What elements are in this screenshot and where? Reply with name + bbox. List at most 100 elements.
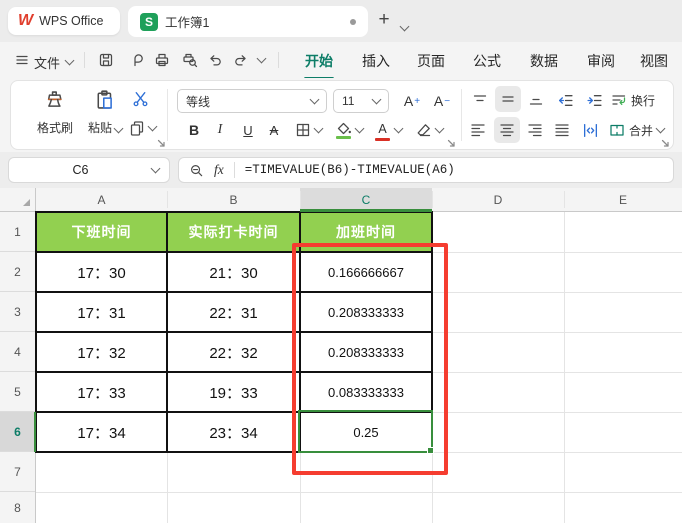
align-left-button[interactable] bbox=[467, 118, 489, 142]
print-button[interactable] bbox=[152, 51, 172, 69]
underline-button[interactable]: U bbox=[237, 119, 259, 141]
align-top-icon bbox=[473, 95, 487, 102]
increase-font-button[interactable]: A + bbox=[399, 89, 425, 113]
font-name-select[interactable]: 等线 bbox=[177, 89, 327, 113]
row-header-2[interactable]: 2 bbox=[0, 252, 35, 292]
ribbon-area: 格式刷 粘贴 等线 11 A + A − B I U A A 换行 合并 bbox=[0, 78, 682, 152]
column-header-D[interactable]: D bbox=[432, 188, 564, 211]
align-middle-button[interactable] bbox=[495, 86, 521, 112]
chevron-down-icon bbox=[399, 21, 410, 32]
cell-B6[interactable]: 23：34 bbox=[167, 412, 300, 452]
font-size-select[interactable]: 11 bbox=[333, 89, 389, 113]
file-menu[interactable]: 文件 bbox=[34, 53, 60, 72]
main-menu-button[interactable] bbox=[14, 52, 30, 68]
column-header-C-selected[interactable]: C bbox=[300, 188, 432, 211]
strikethrough-button[interactable]: A bbox=[263, 119, 285, 141]
fill-color-button[interactable] bbox=[331, 119, 367, 141]
column-header-E[interactable]: E bbox=[564, 188, 682, 211]
paste-button[interactable]: 粘贴 bbox=[83, 85, 127, 145]
save-button[interactable] bbox=[96, 51, 116, 69]
cell-B3[interactable]: 22：31 bbox=[167, 292, 300, 332]
cell-B1[interactable]: 实际打卡时间 bbox=[167, 212, 300, 252]
cut-button[interactable] bbox=[129, 88, 151, 108]
cell-B2[interactable]: 21：30 bbox=[167, 252, 300, 292]
align-right-button[interactable] bbox=[524, 118, 546, 142]
tab-data[interactable]: 数据 bbox=[528, 51, 560, 71]
cell-A4[interactable]: 17：32 bbox=[36, 332, 167, 372]
launcher-arrow-icon bbox=[157, 139, 165, 147]
cell-A3[interactable]: 17：31 bbox=[36, 292, 167, 332]
cell-B5[interactable]: 19：33 bbox=[167, 372, 300, 412]
undo-button[interactable] bbox=[205, 51, 225, 69]
borders-button[interactable] bbox=[291, 119, 325, 141]
font-color-button[interactable]: A bbox=[371, 119, 405, 141]
italic-button[interactable]: I bbox=[209, 119, 231, 141]
align-bottom-button[interactable] bbox=[525, 88, 547, 112]
font-name-chevron-icon bbox=[309, 94, 320, 105]
row-header-7[interactable]: 7 bbox=[0, 452, 35, 492]
column-header-A[interactable]: A bbox=[36, 188, 167, 211]
quick-access-chevron-icon[interactable] bbox=[256, 53, 267, 64]
wps-spreadsheet-window: W WPS Office S 工作簿1 + 文件 开始 插入 页面 公式 数据 … bbox=[0, 0, 682, 523]
font-color-icon: A bbox=[375, 120, 391, 141]
tab-page[interactable]: 页面 bbox=[415, 51, 447, 71]
document-tab[interactable]: S 工作簿1 bbox=[128, 6, 368, 37]
alignment-dialog-launcher[interactable] bbox=[661, 135, 670, 147]
formula-bar[interactable]: fx =TIMEVALUE(B6)-TIMEVALUE(A6) bbox=[178, 157, 674, 183]
name-box[interactable]: C6 bbox=[8, 157, 170, 183]
distributed-align-button[interactable] bbox=[578, 118, 602, 142]
export-pdf-button[interactable] bbox=[127, 51, 147, 69]
decrease-font-button[interactable]: A − bbox=[429, 89, 455, 113]
tab-review[interactable]: 审阅 bbox=[585, 51, 617, 71]
clear-format-button[interactable] bbox=[411, 119, 447, 141]
bold-button[interactable]: B bbox=[183, 119, 205, 141]
align-top-button[interactable] bbox=[469, 88, 491, 112]
tab-formulas[interactable]: 公式 bbox=[471, 51, 503, 71]
increase-indent-button[interactable] bbox=[582, 88, 606, 112]
fill-color-chevron-icon bbox=[354, 123, 364, 134]
cell-B4[interactable]: 22：32 bbox=[167, 332, 300, 372]
merge-chevron-icon bbox=[655, 123, 666, 134]
column-header-B[interactable]: B bbox=[167, 188, 300, 211]
clipboard-dialog-launcher[interactable] bbox=[157, 135, 166, 147]
redo-button[interactable] bbox=[231, 51, 251, 69]
cell-A2[interactable]: 17：30 bbox=[36, 252, 167, 292]
eraser-icon bbox=[417, 124, 430, 137]
align-center-button[interactable] bbox=[494, 117, 520, 143]
font-color-chevron-icon bbox=[393, 123, 403, 134]
decrease-indent-button[interactable] bbox=[553, 88, 577, 112]
align-center-icon bbox=[500, 124, 514, 137]
format-painter-button[interactable]: 格式刷 bbox=[27, 85, 83, 145]
select-all-corner[interactable] bbox=[0, 188, 36, 211]
row-header-1[interactable]: 1 bbox=[0, 212, 35, 252]
print-preview-button[interactable] bbox=[180, 51, 200, 69]
annotation-rectangle bbox=[292, 243, 448, 475]
justify-button[interactable] bbox=[551, 118, 573, 142]
row-header-4[interactable]: 4 bbox=[0, 332, 35, 372]
new-tab-button[interactable]: + bbox=[372, 8, 396, 32]
merge-cells-icon bbox=[610, 124, 624, 136]
row-header-3[interactable]: 3 bbox=[0, 292, 35, 332]
tab-insert[interactable]: 插入 bbox=[360, 51, 392, 71]
cell-A5[interactable]: 17：33 bbox=[36, 372, 167, 412]
formula-input[interactable]: =TIMEVALUE(B6)-TIMEVALUE(A6) bbox=[245, 163, 455, 177]
file-menu-chevron-icon[interactable] bbox=[64, 55, 75, 66]
document-tab-label: 工作簿1 bbox=[165, 16, 210, 30]
distributed-align-icon bbox=[583, 123, 597, 137]
tab-home[interactable]: 开始 bbox=[303, 51, 335, 80]
spreadsheet-doc-icon: S bbox=[140, 12, 158, 31]
wrap-text-button[interactable]: 换行 bbox=[611, 88, 667, 112]
row-header-5[interactable]: 5 bbox=[0, 372, 35, 412]
font-dialog-launcher[interactable] bbox=[447, 135, 456, 147]
borders-icon bbox=[296, 123, 309, 137]
row-header-8[interactable]: 8 bbox=[0, 492, 35, 523]
tab-list-chevron[interactable] bbox=[399, 17, 410, 35]
cell-A6[interactable]: 17：34 bbox=[36, 412, 167, 452]
cell-A1[interactable]: 下班时间 bbox=[36, 212, 167, 252]
zoom-out-icon[interactable] bbox=[189, 163, 204, 178]
wps-home-button[interactable]: W WPS Office bbox=[8, 7, 120, 35]
tab-view[interactable]: 视图 bbox=[638, 51, 670, 71]
wps-logo-icon: W bbox=[18, 12, 34, 29]
fx-icon[interactable]: fx bbox=[214, 162, 224, 178]
row-header-6-selected[interactable]: 6 bbox=[0, 412, 35, 452]
